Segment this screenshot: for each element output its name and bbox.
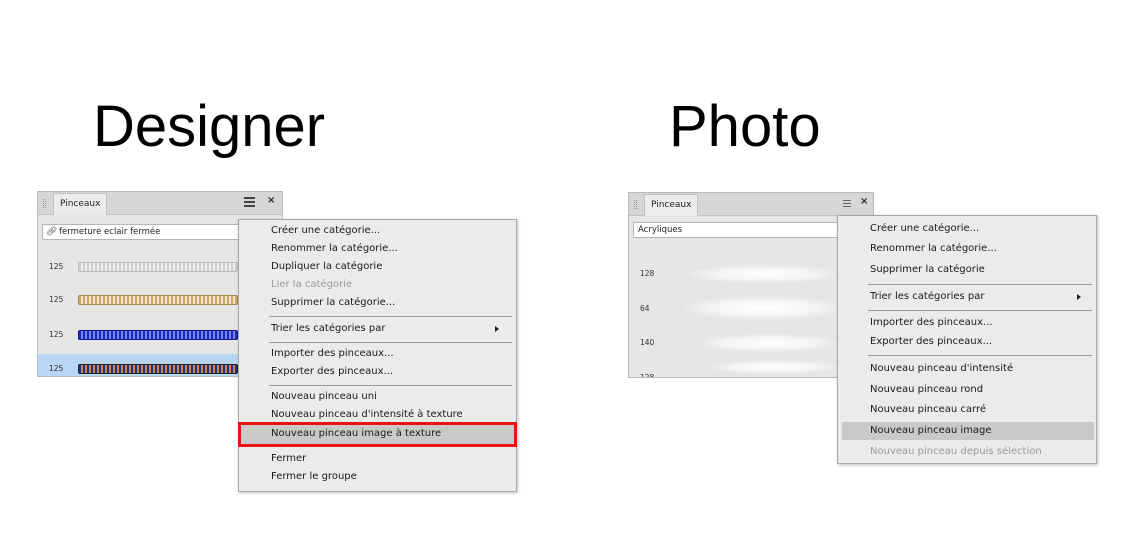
brush-preview: [684, 296, 844, 320]
brush-preview: [699, 334, 839, 352]
menu-separator: [269, 316, 512, 317]
menu-item-import-brushes[interactable]: Importer des pinceaux...: [838, 314, 1096, 332]
menu-item-new-image-brush[interactable]: Nouveau pinceau image: [842, 422, 1094, 440]
menu-item-sort-categories[interactable]: Trier les catégories par: [239, 320, 516, 338]
brush-preview: [78, 295, 238, 305]
link-icon: 🔗︎: [46, 227, 58, 237]
menu-item-export-brushes[interactable]: Exporter des pinceaux...: [838, 333, 1096, 351]
category-selector[interactable]: Acryliques: [633, 222, 843, 238]
menu-item-link-category: Lier la catégorie: [271, 279, 353, 290]
menu-item-new-intensity-brush[interactable]: Nouveau pinceau d'intensité: [838, 360, 1096, 378]
chevron-right-icon: [495, 326, 499, 332]
menu-item-delete-category[interactable]: Supprimer la catégorie: [838, 261, 1096, 279]
menu-item-new-textured-intensity-brush[interactable]: Nouveau pinceau d'intensité à texture: [239, 406, 516, 424]
brush-size: 125: [49, 295, 64, 304]
brush-preview: [689, 265, 839, 283]
menu-item-new-square-brush[interactable]: Nouveau pinceau carré: [838, 401, 1096, 419]
photo-title: Photo: [669, 94, 821, 159]
brush-size: 140: [640, 338, 655, 347]
brush-preview: [709, 360, 839, 374]
menu-separator: [868, 310, 1092, 311]
menu-item-close-group[interactable]: Fermer le groupe: [239, 468, 516, 486]
category-value: fermeture eclair fermée: [59, 227, 161, 237]
tab-pinceaux[interactable]: Pinceaux: [644, 194, 699, 216]
menu-item-rename-category[interactable]: Renommer la catégorie...: [239, 240, 516, 258]
brush-preview: [78, 364, 238, 374]
brush-size: 128: [640, 373, 655, 378]
drag-grip-icon[interactable]: [43, 199, 46, 208]
menu-separator: [269, 342, 512, 343]
menu-item-new-round-brush[interactable]: Nouveau pinceau rond: [838, 381, 1096, 399]
tab-pinceaux[interactable]: Pinceaux: [53, 193, 108, 215]
menu-item-create-category[interactable]: Créer une catégorie...: [239, 222, 516, 240]
menu-item-new-textured-image-brush[interactable]: Nouveau pinceau image à texture: [238, 422, 517, 447]
brush-size: 64: [640, 304, 650, 313]
photo-context-menu: Créer une catégorie... Renommer la catég…: [837, 215, 1097, 464]
hamburger-icon[interactable]: [244, 197, 255, 207]
menu-item-create-category[interactable]: Créer une catégorie...: [838, 220, 1096, 238]
brush-preview: [78, 262, 238, 272]
brush-size: 128: [640, 269, 655, 278]
menu-item-close[interactable]: Fermer: [239, 450, 516, 468]
designer-context-menu: Créer une catégorie... Renommer la catég…: [238, 219, 517, 492]
menu-separator: [868, 284, 1092, 285]
category-selector[interactable]: 🔗︎ fermeture eclair fermée: [42, 224, 252, 240]
menu-separator: [868, 355, 1092, 356]
menu-item-import-brushes[interactable]: Importer des pinceaux...: [239, 345, 516, 363]
menu-separator: [269, 385, 512, 386]
menu-item-delete-category[interactable]: Supprimer la catégorie...: [239, 294, 516, 312]
close-icon[interactable]: ×: [267, 195, 275, 206]
panel-header: Pinceaux ×: [629, 193, 873, 216]
panel-header: Pinceaux ×: [38, 192, 282, 215]
brush-size: 125: [49, 364, 64, 373]
category-value: Acryliques: [638, 225, 683, 235]
drag-grip-icon[interactable]: [634, 200, 637, 209]
brush-preview: [78, 330, 238, 340]
menu-item-export-brushes[interactable]: Exporter des pinceaux...: [239, 363, 516, 381]
designer-title: Designer: [93, 94, 326, 159]
menu-item-rename-category[interactable]: Renommer la catégorie...: [838, 240, 1096, 258]
close-icon[interactable]: ×: [860, 196, 868, 207]
menu-item-new-solid-brush[interactable]: Nouveau pinceau uni: [239, 388, 516, 406]
menu-item-duplicate-category[interactable]: Dupliquer la catégorie: [239, 258, 516, 276]
brush-size: 125: [49, 330, 64, 339]
brush-size: 125: [49, 262, 64, 271]
menu-item-sort-categories[interactable]: Trier les catégories par: [838, 288, 1096, 306]
menu-item-new-brush-from-selection: Nouveau pinceau depuis sélection: [870, 446, 1042, 457]
hamburger-icon[interactable]: [843, 200, 851, 210]
chevron-right-icon: [1077, 294, 1081, 300]
